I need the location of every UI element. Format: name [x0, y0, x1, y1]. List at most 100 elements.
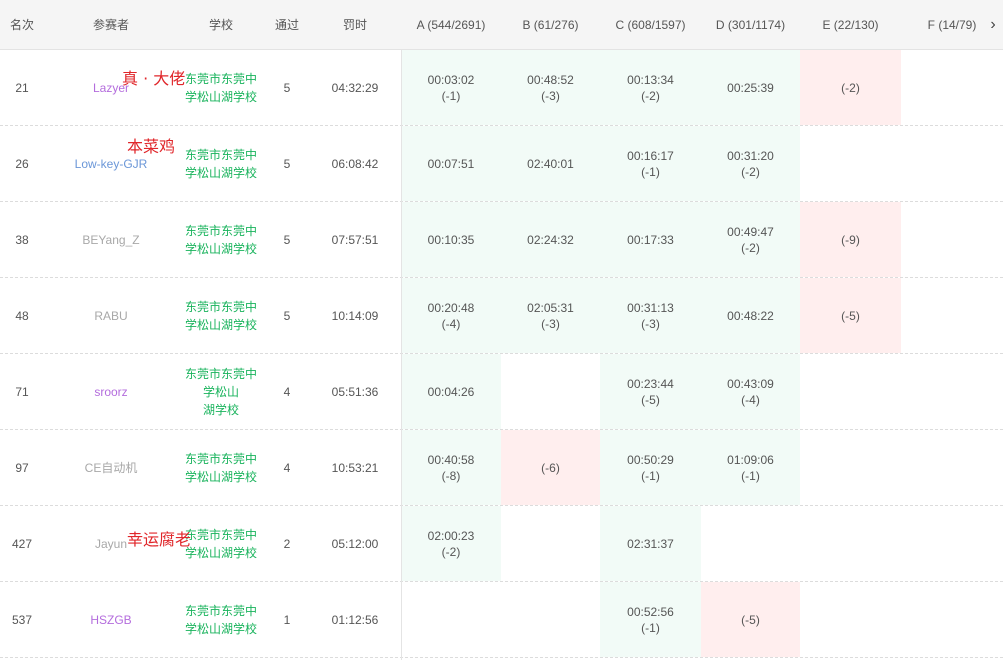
wrong-attempts: (-2)	[641, 88, 660, 103]
wrong-attempts: (-4)	[441, 316, 461, 331]
submission-time: 00:16:17	[627, 148, 674, 163]
submission-time: 00:52:56	[627, 604, 674, 619]
submission-time: 00:23:44	[627, 376, 674, 391]
problem-cell-a[interactable]: 02:00:23 (-2)	[401, 506, 501, 581]
penalty-time: 10:53:21	[331, 460, 379, 475]
user-link[interactable]: HSZGB	[44, 582, 178, 657]
problem-cell-b[interactable]: (-6)	[501, 430, 600, 505]
problem-cell-a[interactable]: 00:03:02 (-1)	[401, 50, 501, 125]
annotation-note: 真 · 大佬	[122, 69, 186, 88]
user-link[interactable]: RABU	[44, 278, 178, 353]
submission-time: 00:20:48	[427, 300, 475, 315]
submission-time: 01:09:06	[727, 452, 774, 467]
header-user[interactable]: 参赛者	[44, 0, 178, 49]
problem-cell-f	[901, 278, 1003, 353]
problem-cell-c[interactable]: 00:23:44 (-5)	[600, 354, 701, 429]
problem-cell-d[interactable]: 00:43:09 (-4)	[701, 354, 800, 429]
problem-cell-d[interactable]: 00:25:39	[701, 50, 800, 125]
header-rank[interactable]: 名次	[0, 0, 44, 49]
school-cell: 东莞市东莞中学松山湖学校	[178, 126, 264, 201]
problem-cell-d[interactable]: 00:31:20 (-2)	[701, 126, 800, 201]
submission-time: 00:17:33	[627, 232, 674, 247]
rank-cell: 97	[15, 460, 29, 475]
problem-cell-a[interactable]: 00:10:35	[401, 202, 501, 277]
rank-cell: 21	[15, 80, 29, 95]
problem-cell-d	[701, 506, 800, 581]
rank-cell: 537	[11, 612, 33, 627]
submission-time: 00:04:26	[427, 384, 475, 399]
problem-cell-e[interactable]: (-9)	[800, 202, 901, 277]
solved-count: 4	[283, 384, 291, 399]
problem-cell-e[interactable]: (-2)	[800, 50, 901, 125]
header-problem-b[interactable]: B (61/276)	[501, 0, 600, 49]
problem-cell-b[interactable]: 02:05:31 (-3)	[501, 278, 600, 353]
problem-cell-e[interactable]: (-5)	[800, 278, 901, 353]
header-school[interactable]: 学校	[178, 0, 264, 49]
submission-time: 00:31:13	[627, 300, 674, 315]
submission-time: 00:40:58	[427, 452, 475, 467]
user-link[interactable]: BEYang_Z	[44, 202, 178, 277]
problem-cell-a[interactable]: 00:04:26	[401, 354, 501, 429]
user-link[interactable]: CE自动机	[44, 430, 178, 505]
problem-cell-d[interactable]: (-5)	[701, 582, 800, 657]
problem-cell-b[interactable]: 02:24:32	[501, 202, 600, 277]
solved-count: 5	[283, 156, 291, 171]
submission-time: (-5)	[841, 308, 860, 323]
problem-cell-c[interactable]: 00:31:13 (-3)	[600, 278, 701, 353]
header-problem-c[interactable]: C (608/1597)	[600, 0, 701, 49]
problem-cell-a	[401, 582, 501, 657]
school-line: 学松山湖学校	[184, 469, 257, 484]
problem-cell-c[interactable]: 00:13:34 (-2)	[600, 50, 701, 125]
submission-time: 00:10:35	[427, 232, 475, 247]
problem-cell-e	[800, 354, 901, 429]
problem-cell-a[interactable]: 00:40:58 (-8)	[401, 430, 501, 505]
problem-cell-d[interactable]: 01:09:06 (-1)	[701, 430, 800, 505]
problem-cell-c[interactable]: 00:16:17 (-1)	[600, 126, 701, 201]
school-line: 东莞市东莞中	[184, 603, 257, 618]
submission-time: 00:43:09	[727, 376, 774, 391]
school-line: 学松山湖学校	[184, 165, 257, 180]
chevron-right-icon[interactable]: ›	[985, 0, 1001, 50]
problem-cell-c[interactable]: 00:50:29 (-1)	[600, 430, 701, 505]
school-cell: 东莞市东莞中学松山湖学校	[178, 50, 264, 125]
problem-cell-d[interactable]: 00:48:22	[701, 278, 800, 353]
problem-cell-f	[901, 50, 1003, 125]
submission-time: (-5)	[741, 612, 760, 627]
problem-cell-c[interactable]: 00:17:33	[600, 202, 701, 277]
penalty-time: 01:12:56	[331, 612, 379, 627]
penalty-time: 04:32:29	[331, 80, 379, 95]
problem-cell-e	[800, 582, 901, 657]
submission-time: 00:03:02	[427, 72, 475, 87]
school-line: 东莞市东莞中	[184, 527, 257, 542]
problem-cell-f	[901, 126, 1003, 201]
penalty-time: 07:57:51	[331, 232, 379, 247]
rank-cell: 48	[15, 308, 29, 323]
problem-cell-b[interactable]: 00:48:52 (-3)	[501, 50, 600, 125]
wrong-attempts: (-8)	[441, 468, 461, 483]
solved-count: 4	[283, 460, 291, 475]
problem-cell-b	[501, 506, 600, 581]
header-problem-e[interactable]: E (22/130)	[800, 0, 901, 49]
problem-cell-b[interactable]: 02:40:01	[501, 126, 600, 201]
school-line: 东莞市东莞中	[184, 451, 257, 466]
table-row: 97 CE自动机 东莞市东莞中 学松山湖学校 4 10:53:21 00:40:58 (-8)…	[0, 430, 1003, 506]
submission-time: (-6)	[541, 460, 560, 475]
school-line: 东莞市东莞中	[184, 223, 257, 238]
wrong-attempts: (-4)	[741, 392, 760, 407]
submission-time: 00:07:51	[427, 156, 475, 171]
problem-cell-d[interactable]: 00:49:47 (-2)	[701, 202, 800, 277]
problem-cell-a[interactable]: 00:20:48 (-4)	[401, 278, 501, 353]
user-link[interactable]: sroorz	[44, 354, 178, 429]
wrong-attempts: (-5)	[641, 392, 660, 407]
problem-cell-c[interactable]: 02:31:37	[600, 506, 701, 581]
problem-cell-a[interactable]: 00:07:51	[401, 126, 501, 201]
header-penalty[interactable]: 罚时	[310, 0, 400, 49]
header-problem-d[interactable]: D (301/1174)	[701, 0, 800, 49]
header-problem-a[interactable]: A (544/2691)	[401, 0, 501, 49]
header-pass[interactable]: 通过	[264, 0, 310, 49]
solved-count: 5	[283, 308, 291, 323]
problem-cell-c[interactable]: 00:52:56 (-1)	[600, 582, 701, 657]
submission-time: 00:50:29	[627, 452, 674, 467]
rank-cell: 26	[15, 156, 29, 171]
submission-time: 00:48:22	[727, 308, 774, 323]
